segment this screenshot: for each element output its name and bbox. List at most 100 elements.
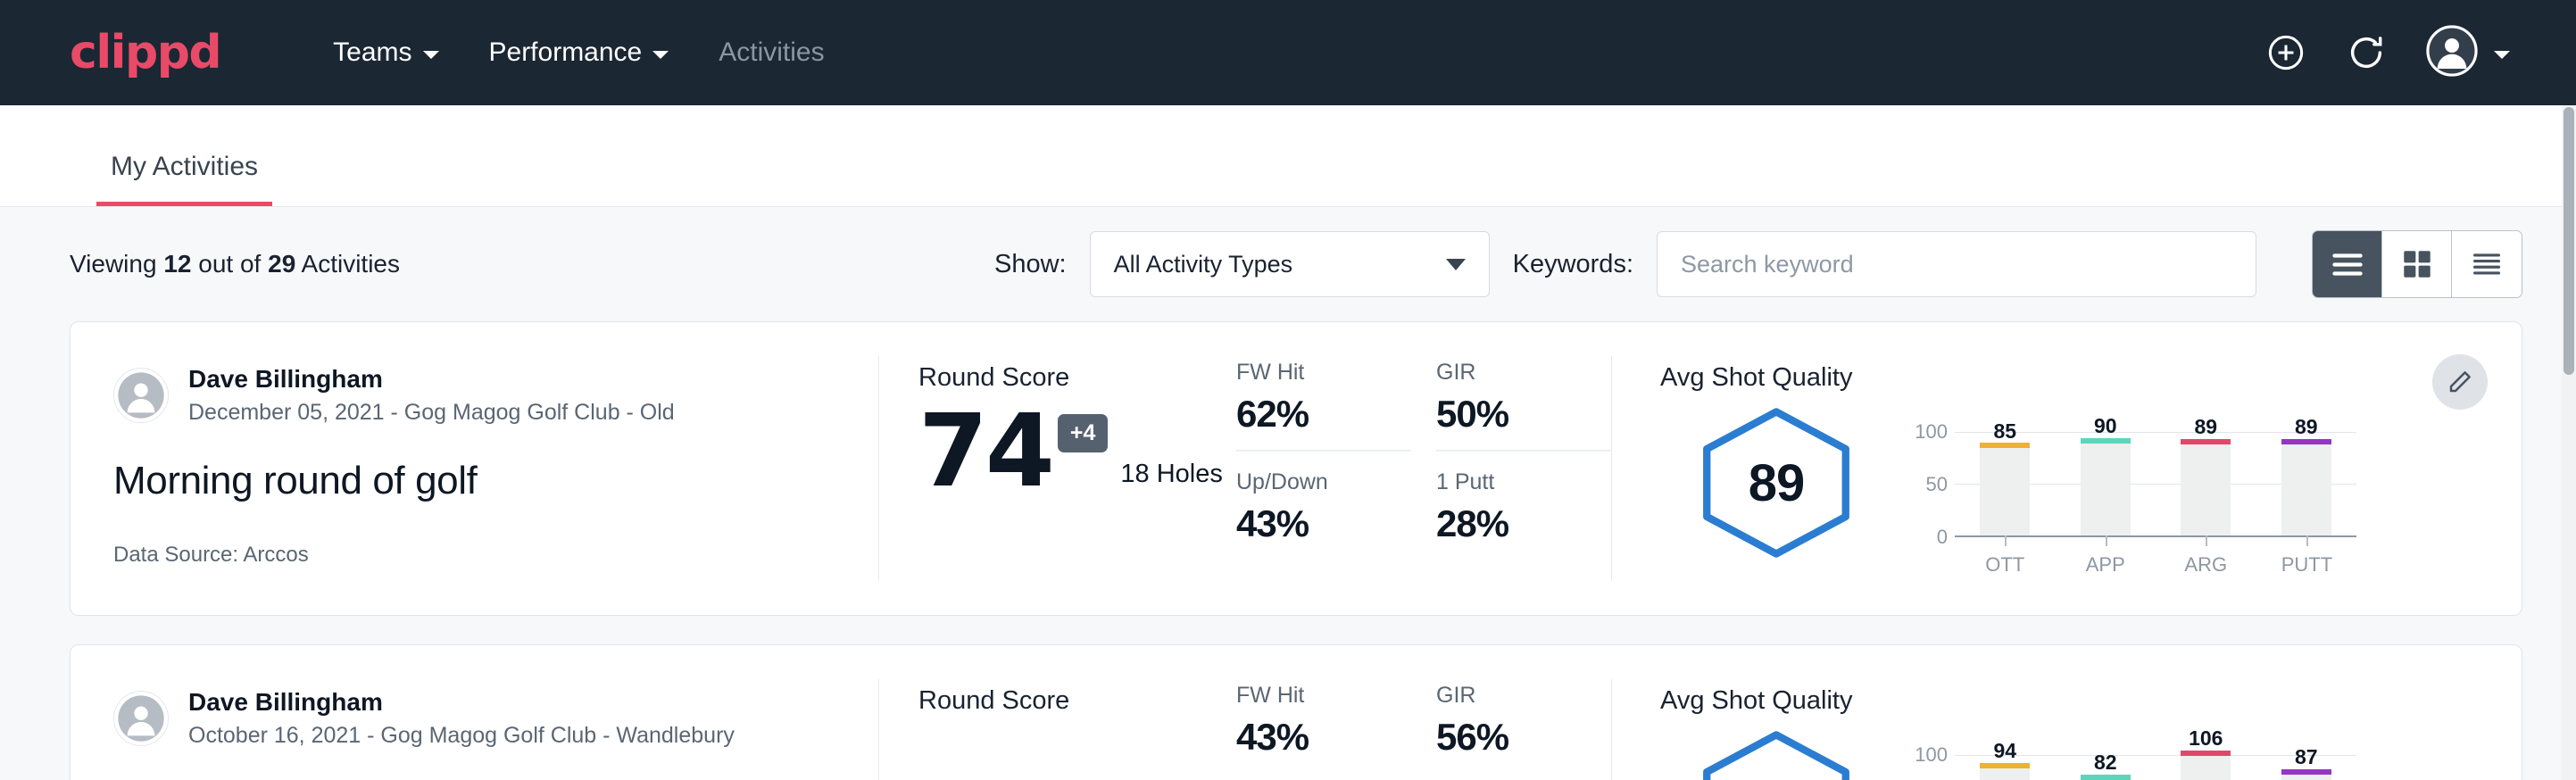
- view-mode-toggle-group: [2312, 230, 2522, 298]
- nav-item-performance[interactable]: Performance: [464, 29, 694, 77]
- clippd-logo[interactable]: clippd: [70, 29, 220, 76]
- chevron-down-icon: [423, 51, 439, 59]
- activity-type-select[interactable]: All Activity Types: [1090, 231, 1490, 297]
- chart-plot-area: 94 82: [1955, 755, 2356, 780]
- stat-label: GIR: [1436, 360, 1611, 386]
- avg-shot-quality-section: Avg Shot Quality 89 100 50: [1612, 322, 2522, 615]
- chevron-down-icon: [1446, 259, 1466, 270]
- avg-shot-quality-value: 89: [1695, 407, 1857, 559]
- bar-arg: 106: [2181, 755, 2231, 780]
- x-label: OTT: [1980, 553, 2030, 577]
- avatar: [2426, 25, 2478, 81]
- bar-value-label: 82: [2094, 751, 2117, 775]
- shot-quality-bar-chart: 100 50 0 85: [1892, 402, 2356, 577]
- bar-value-label: 89: [2194, 415, 2217, 439]
- round-holes: 18 Holes: [1120, 460, 1222, 489]
- stat-up-down: Up/Down 43%: [1236, 469, 1411, 560]
- stat-label: FW Hit: [1236, 360, 1411, 386]
- stat-gir: GIR 56%: [1436, 683, 1611, 773]
- stat-one-putt: 1 Putt 28%: [1436, 469, 1611, 560]
- activity-card[interactable]: Dave Billingham October 16, 2021 - Gog M…: [70, 644, 2522, 780]
- top-navigation-bar: clippd Teams Performance Activities: [0, 0, 2576, 105]
- round-stats-section: FW Hit 43% GIR 56%: [1236, 645, 1611, 780]
- nav-item-teams[interactable]: Teams: [308, 29, 463, 77]
- x-label: PUTT: [2281, 553, 2331, 577]
- owner-name: Dave Billingham: [188, 686, 735, 718]
- tab-bar: My Activities: [0, 105, 2576, 207]
- round-score-to-par-badge: +4: [1058, 414, 1109, 452]
- edit-activity-button[interactable]: [2432, 354, 2488, 410]
- bar-ott: 85: [1980, 432, 2030, 535]
- bar-value-label: 85: [1993, 419, 2016, 444]
- stat-value: 62%: [1236, 393, 1411, 436]
- x-label: APP: [2081, 553, 2131, 577]
- chart-x-axis: OTT APP ARG PUTT: [1908, 553, 2356, 577]
- x-tick: [2106, 535, 2107, 546]
- filter-bar: Viewing 12 out of 29 Activities Show: Al…: [0, 207, 2576, 321]
- x-tick: [2306, 535, 2308, 546]
- add-button[interactable]: [2265, 32, 2306, 73]
- round-score-label: Round Score: [918, 363, 1236, 393]
- show-label: Show:: [994, 250, 1067, 279]
- stat-label: Up/Down: [1236, 469, 1411, 495]
- bar-value-label: 94: [1993, 739, 2016, 763]
- user-menu[interactable]: [2426, 25, 2510, 81]
- bar-cap: [2081, 438, 2131, 444]
- stat-value: 56%: [1436, 716, 1611, 759]
- stat-value: 50%: [1436, 393, 1611, 436]
- chart-y-axis: 100 50 0: [1908, 432, 1955, 537]
- viewing-count: 12: [163, 250, 191, 278]
- bar-app: 82: [2081, 755, 2131, 780]
- view-mode-grid-button[interactable]: [2382, 231, 2452, 297]
- viewing-prefix: Viewing: [70, 250, 157, 278]
- stat-gir: GIR 50%: [1436, 360, 1611, 452]
- page-scrollbar[interactable]: [2562, 105, 2576, 780]
- nav-actions: [2265, 25, 2533, 81]
- bar-value-label: 87: [2295, 745, 2318, 769]
- stat-value: 43%: [1236, 502, 1411, 545]
- view-mode-list-button[interactable]: [2313, 231, 2382, 297]
- round-score-section: Round Score: [879, 645, 1236, 780]
- activity-owner: Dave Billingham October 16, 2021 - Gog M…: [113, 686, 857, 751]
- activity-owner: Dave Billingham December 05, 2021 - Gog …: [113, 363, 857, 428]
- owner-date-course: October 16, 2021 - Gog Magog Golf Club -…: [188, 721, 735, 751]
- avg-shot-quality-label: Avg Shot Quality: [1660, 363, 2522, 393]
- activity-info: Dave Billingham October 16, 2021 - Gog M…: [71, 645, 878, 780]
- x-label: ARG: [2181, 553, 2231, 577]
- round-score-section: Round Score 74 +4 18 Holes: [879, 322, 1236, 615]
- bar-cap: [1980, 443, 2030, 448]
- bar-cap: [2081, 775, 2131, 780]
- avg-shot-quality-hexagon: [1660, 725, 1892, 780]
- chart-y-axis: 100 50 0: [1908, 755, 1955, 780]
- stat-value: 28%: [1436, 502, 1611, 545]
- filter-controls: Show: All Activity Types Keywords:: [994, 230, 2522, 298]
- refresh-button[interactable]: [2346, 32, 2387, 73]
- avg-shot-quality-value: [1695, 730, 1857, 780]
- view-mode-compact-button[interactable]: [2452, 231, 2522, 297]
- nav-item-activities-label: Activities: [719, 37, 824, 68]
- stat-value: 43%: [1236, 716, 1411, 759]
- round-score-label: Round Score: [918, 686, 1236, 716]
- tab-my-activities-label: My Activities: [111, 152, 258, 181]
- round-score-value-row: 74 +4 18 Holes: [918, 409, 1236, 494]
- activity-card[interactable]: Dave Billingham December 05, 2021 - Gog …: [70, 321, 2522, 616]
- page-scrollbar-thumb[interactable]: [2564, 107, 2574, 375]
- x-tick: [2005, 535, 2007, 546]
- owner-avatar-icon: [113, 368, 169, 423]
- round-score-value: 74: [918, 409, 1052, 494]
- y-tick: 50: [1926, 473, 1948, 496]
- nav-item-teams-label: Teams: [333, 37, 411, 68]
- tab-my-activities[interactable]: My Activities: [96, 152, 272, 206]
- avg-shot-quality-hexagon: 89: [1660, 402, 1892, 559]
- primary-nav: Teams Performance Activities: [308, 29, 849, 77]
- chart-plot-area: 85 90: [1955, 432, 2356, 537]
- activity-title: Morning round of golf: [113, 459, 857, 503]
- y-tick: 0: [1937, 526, 1948, 549]
- bar-app: 90: [2081, 432, 2131, 535]
- search-input[interactable]: [1657, 231, 2256, 297]
- bar-value-label: 89: [2295, 415, 2318, 439]
- nav-item-activities[interactable]: Activities: [694, 29, 849, 77]
- viewing-middle: out of: [198, 250, 261, 278]
- activity-type-select-value: All Activity Types: [1114, 251, 1293, 278]
- stat-label: 1 Putt: [1436, 469, 1611, 495]
